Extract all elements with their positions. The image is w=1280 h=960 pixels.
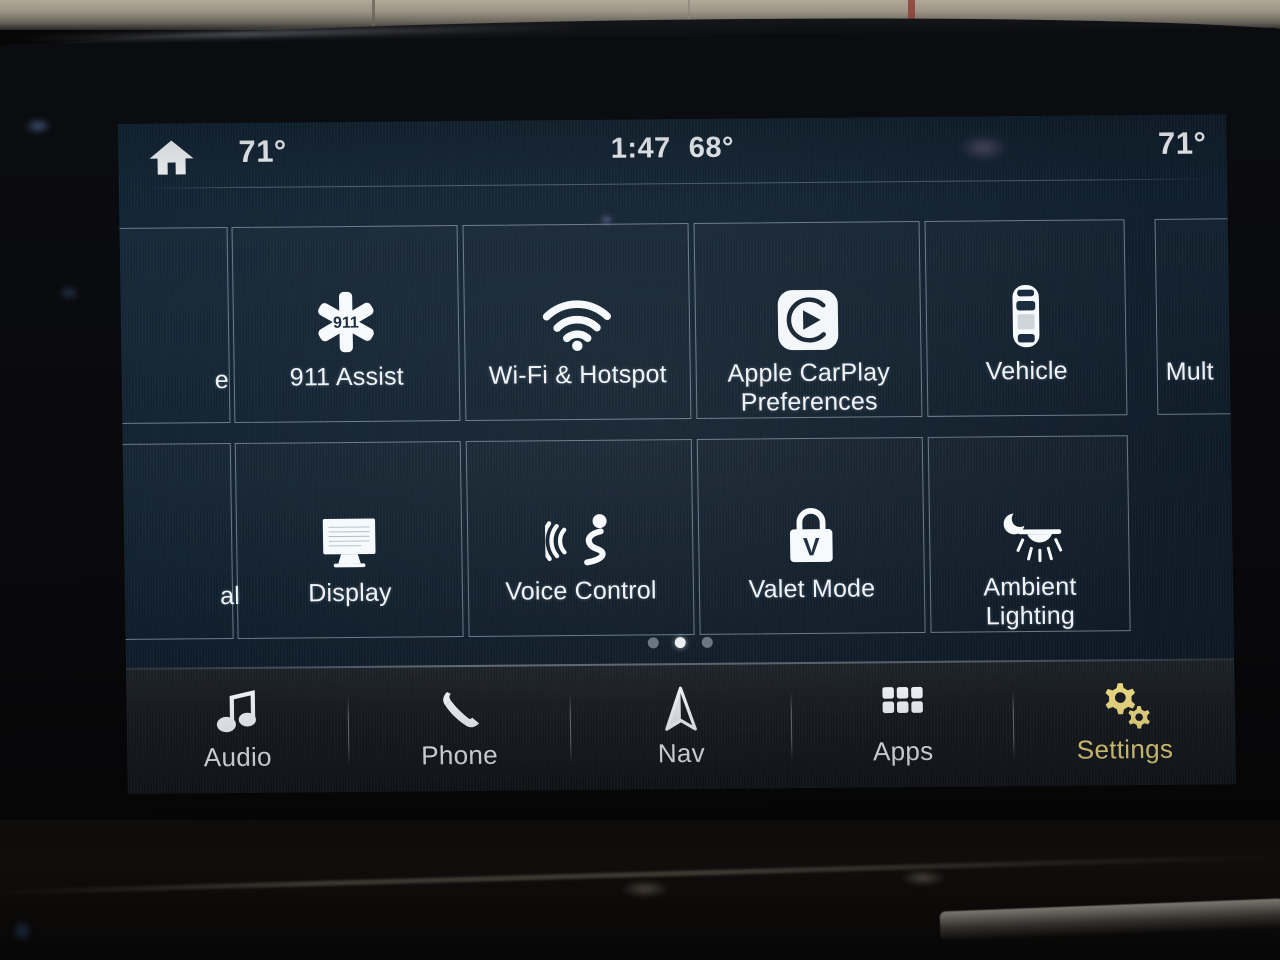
nav-item-apps[interactable]: Apps xyxy=(791,660,1014,788)
tile-ambient-lighting-label: Ambient Lighting xyxy=(983,572,1077,631)
dashboard-highlight-secondary xyxy=(900,870,946,886)
nav-item-settings[interactable]: Settings xyxy=(1013,658,1236,786)
tile-ambient-lighting[interactable]: Ambient Lighting xyxy=(927,435,1131,633)
dashboard-highlight xyxy=(620,880,670,898)
music-note-icon xyxy=(215,687,260,737)
clock: 1:47 xyxy=(610,132,672,165)
tile-wifi-hotspot[interactable]: Wi-Fi & Hotspot xyxy=(462,223,692,421)
wifi-icon xyxy=(540,269,613,354)
apple-carplay-icon xyxy=(776,267,839,352)
apps-grid-icon xyxy=(879,681,926,731)
star-of-life-911-icon: 911 xyxy=(312,271,379,356)
nav-item-apps-label: Apps xyxy=(872,735,934,766)
partial-tile-left-top-icon xyxy=(128,273,129,357)
tile-911-assist[interactable]: 911 911 Assist xyxy=(231,225,461,423)
blue-reflection-lower xyxy=(12,920,32,942)
tile-valet-mode-label: Valet Mode xyxy=(748,574,876,604)
svg-text:V: V xyxy=(803,533,820,561)
tile-911-assist-label: 911 Assist xyxy=(289,362,405,392)
monitor-icon xyxy=(315,487,382,572)
moon-lamp-icon xyxy=(992,481,1065,566)
tile-partial-multimedia-label: Mult xyxy=(1165,357,1215,386)
nav-item-phone-label: Phone xyxy=(421,739,499,770)
infotainment-screen: 71° 1:47 68° 71° e 911 911 Assist Wi-Fi … xyxy=(118,114,1236,794)
page-dot-2[interactable] xyxy=(674,637,686,649)
page-dot-3[interactable] xyxy=(701,636,713,648)
tile-vehicle[interactable]: Vehicle xyxy=(924,219,1128,417)
tile-wifi-hotspot-label: Wi-Fi & Hotspot xyxy=(488,360,667,390)
passenger-temperature[interactable]: 71° xyxy=(1158,126,1207,162)
nav-item-audio[interactable]: Audio xyxy=(126,666,349,794)
bottom-navigation-bar: Audio Phone Nav Apps Settings xyxy=(126,658,1236,794)
tile-apple-carplay-preferences-label: Apple CarPlay Preferences xyxy=(727,358,891,417)
tile-display-label: Display xyxy=(308,578,392,608)
partial-tile-left-bottom-icon xyxy=(131,489,132,573)
tile-vehicle-label: Vehicle xyxy=(985,356,1068,386)
tile-apple-carplay-preferences[interactable]: Apple CarPlay Preferences xyxy=(693,221,923,419)
tile-display[interactable]: Display xyxy=(234,441,464,639)
svg-text:911: 911 xyxy=(333,314,359,332)
voice-control-icon xyxy=(544,485,615,570)
nav-item-audio-label: Audio xyxy=(203,741,273,772)
outside-temperature: 68° xyxy=(688,131,735,165)
padlock-valet-icon: V xyxy=(783,483,838,567)
screen-lens-flare xyxy=(958,134,1009,161)
page-dot-1[interactable] xyxy=(647,637,659,649)
status-bar: 71° 1:47 68° 71° xyxy=(118,114,1227,188)
nav-item-nav[interactable]: Nav xyxy=(570,662,793,790)
tile-voice-control[interactable]: Voice Control xyxy=(465,438,695,637)
nav-item-phone[interactable]: Phone xyxy=(348,664,571,792)
car-top-view-icon xyxy=(1005,265,1046,349)
phone-handset-icon xyxy=(436,685,483,735)
tile-partial-left-top-label: e xyxy=(214,366,230,395)
tile-partial-left-bottom[interactable]: al xyxy=(118,443,240,641)
photo-background: 71° 1:47 68° 71° e 911 911 Assist Wi-Fi … xyxy=(0,0,1280,960)
tile-partial-multimedia[interactable]: Mult xyxy=(1154,217,1236,415)
navigation-arrow-icon xyxy=(662,683,699,733)
settings-tile-grid: e 911 911 Assist Wi-Fi & Hotspot Apple C… xyxy=(118,217,1236,658)
tile-valet-mode[interactable]: V Valet Mode xyxy=(696,436,926,635)
blue-reflection xyxy=(24,118,52,134)
nav-item-settings-label: Settings xyxy=(1076,733,1174,765)
nav-item-nav-label: Nav xyxy=(657,737,706,768)
tile-partial-left-top[interactable]: e xyxy=(118,227,231,425)
blue-reflection-secondary xyxy=(58,286,80,300)
gears-icon xyxy=(1099,680,1150,730)
tile-voice-control-label: Voice Control xyxy=(505,576,657,606)
